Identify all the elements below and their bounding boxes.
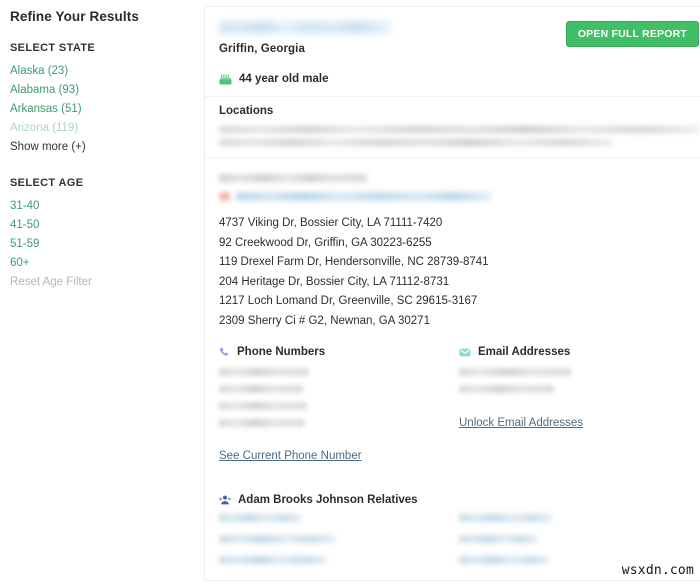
email-address-redacted [459,385,554,393]
relative-name-redacted[interactable] [219,514,301,522]
email-addresses-heading: Email Addresses [478,346,571,358]
redacted-line [219,126,699,133]
address-line: 1217 Loch Lomand Dr, Greenville, SC 2961… [219,295,478,307]
contact-section: Phone Numbers See Current Phone Number E… [205,332,700,464]
select-state-heading: SELECT STATE [10,42,96,54]
envelope-icon [459,348,471,357]
refine-results-sidebar: Refine Your Results SELECT STATE Alaska … [0,0,196,584]
address-line: 92 Creekwood Dr, Griffin, GA 30223-6255 [219,236,432,249]
unlock-email-addresses-link[interactable]: Unlock Email Addresses [459,417,583,429]
sidebar-item-alabama[interactable]: Alabama (93) [10,81,186,100]
redacted-promo-link[interactable] [219,192,699,201]
relative-name-redacted[interactable] [219,556,327,564]
locations-heading: Locations [219,105,274,117]
address-line: 119 Drexel Farm Dr, Hendersonville, NC 2… [219,256,489,268]
age-gender-text: 44 year old male [239,73,329,85]
sidebar-item-age-60-plus[interactable]: 60+ [10,254,186,273]
main-content: Griffin, Georgia OPEN FULL REPORT 44 yea… [196,0,700,584]
select-age-heading: SELECT AGE [10,177,84,189]
phone-icon [219,347,230,358]
relative-name-redacted[interactable] [459,514,552,522]
sidebar-item-arizona[interactable]: Arizona (119) [10,119,186,138]
sidebar-item-alaska[interactable]: Alaska (23) [10,62,186,81]
email-addresses-block: Email Addresses Unlock Email Addresses [459,346,699,464]
phone-numbers-block: Phone Numbers See Current Phone Number [219,346,459,464]
sidebar-title: Refine Your Results [10,9,139,24]
relative-name-redacted[interactable] [219,535,335,543]
relative-name-redacted[interactable] [459,556,549,564]
person-city-state: Griffin, Georgia [219,43,305,55]
watermark: wsxdn.com [621,563,694,578]
birthday-cake-icon [219,73,232,85]
phone-number-redacted [219,402,307,410]
redacted-link-text [236,192,491,201]
relatives-column-one [219,514,459,577]
sidebar-item-age-31-40[interactable]: 31-40 [10,197,186,216]
see-current-phone-number-link[interactable]: See Current Phone Number [219,450,362,462]
sidebar-item-age-51-59[interactable]: 51-59 [10,235,186,254]
redacted-line [219,139,613,146]
reset-age-filter-link[interactable]: Reset Age Filter [10,273,186,292]
age-gender-row: 44 year old male [205,55,700,96]
open-full-report-button[interactable]: OPEN FULL REPORT [565,21,699,47]
address-line: 4737 Viking Dr, Bossier City, LA 71111-7… [219,217,443,229]
sidebar-item-arkansas[interactable]: Arkansas (51) [10,100,186,119]
relatives-heading: Adam Brooks Johnson Relatives [238,494,418,506]
phone-number-redacted [219,385,303,393]
pin-icon [219,192,230,201]
relatives-heading-row: Adam Brooks Johnson Relatives [205,494,700,506]
divider-below-locations-summary [205,157,700,158]
email-address-redacted [459,368,571,376]
phone-number-redacted [219,419,305,427]
person-identity: Griffin, Georgia [219,21,391,55]
people-icon [219,495,231,505]
page-root: Refine Your Results SELECT STATE Alaska … [0,0,700,584]
state-filter-list: Alaska (23) Alabama (93) Arkansas (51) A… [10,62,186,157]
person-name-redacted [219,21,391,34]
address-line: 204 Heritage Dr, Bossier City, LA 71112-… [219,275,450,288]
phone-number-redacted [219,368,309,376]
person-result-card: Griffin, Georgia OPEN FULL REPORT 44 yea… [204,6,700,581]
locations-detail: 4737 Viking Dr, Bossier City, LA 71111-7… [205,174,700,329]
relative-name-redacted[interactable] [459,535,537,543]
sidebar-item-age-41-50[interactable]: 41-50 [10,216,186,235]
card-header: Griffin, Georgia OPEN FULL REPORT [205,7,700,55]
email-addresses-heading-row: Email Addresses [459,346,699,358]
phone-numbers-heading-row: Phone Numbers [219,346,459,358]
sidebar-show-more-states[interactable]: Show more (+) [10,138,186,157]
address-line: 2309 Sherry Ci # G2, Newnan, GA 30271 [219,314,430,327]
phone-numbers-heading: Phone Numbers [237,346,326,358]
locations-summary-redacted [205,117,700,157]
person-name-secondary-redacted [219,174,367,182]
age-filter-list: 31-40 41-50 51-59 60+ Reset Age Filter [10,197,186,292]
